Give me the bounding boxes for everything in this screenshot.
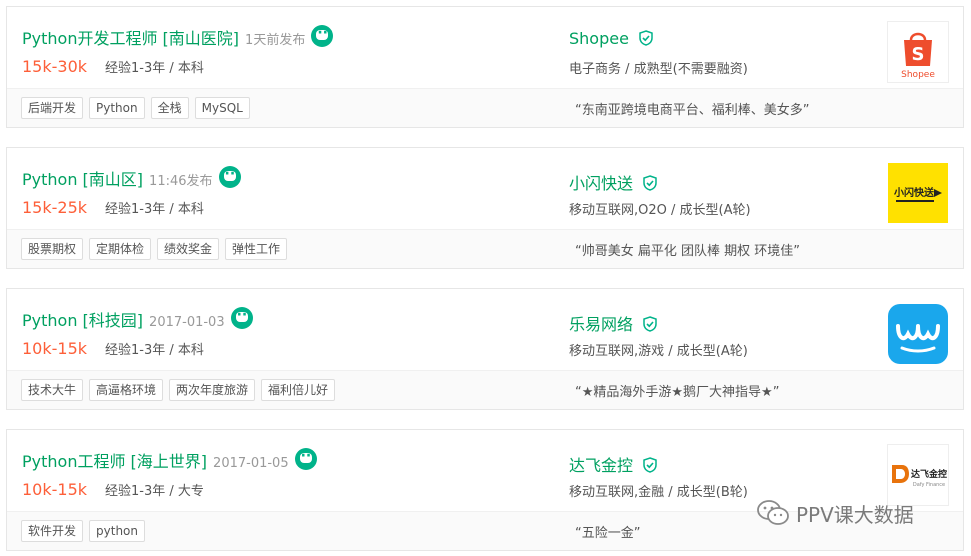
job-tag: 后端开发 [21, 97, 84, 119]
xiaoshan-logo-icon: 小闪快送 [888, 163, 948, 223]
salary: 10k-15k [22, 339, 88, 358]
job-card[interactable]: Python [南山区] 11:46发布 15k-25k 经验1-3年 / 本科 小… [6, 147, 964, 269]
job-card[interactable]: Python工程师 [海上世界] 2017-01-05 10k-15k 经验1-3年… [6, 429, 964, 551]
company-slogan: “★精品海外手游★鹅厂大神指导★” [575, 385, 780, 400]
company-industry: 移动互联网,金融 / 成长型(B轮) [569, 485, 748, 500]
job-tag: Python [89, 97, 145, 119]
job-tag: 股票期权 [21, 238, 84, 260]
watermark: PPV课大数据 [756, 498, 914, 528]
job-card[interactable]: Python开发工程师 [南山医院] 1天前发布 15k-30k 经验1-3年 / … [6, 6, 964, 128]
requirements: 经验1-3年 / 本科 [105, 343, 204, 358]
chat-icon[interactable] [311, 25, 334, 47]
company-logo[interactable] [887, 303, 949, 365]
requirements: 经验1-3年 / 大专 [105, 484, 204, 499]
verified-shield-icon [639, 30, 653, 46]
job-tag: MySQL [194, 97, 250, 119]
company-name-link[interactable]: 乐易网络 [569, 315, 633, 334]
watermark-text: PPV课大数据 [796, 502, 914, 527]
logo-subtext: Dafy Finance [913, 482, 945, 488]
company-slogan: “五险一金” [575, 526, 641, 541]
company-slogan: “帅哥美女 扁平化 团队棒 期权 环境佳” [575, 244, 800, 259]
salary: 15k-25k [22, 198, 88, 217]
wechat-icon [757, 500, 789, 525]
job-tag: 全栈 [150, 97, 189, 119]
chat-icon[interactable] [230, 307, 253, 329]
job-tag: 弹性工作 [225, 238, 288, 260]
chat-icon[interactable] [294, 448, 317, 470]
company-industry: 移动互联网,O2O / 成长型(A轮) [569, 203, 751, 218]
publish-time: 2017-01-03 [149, 315, 225, 330]
publish-time: 2017-01-05 [213, 456, 289, 471]
shopee-bag-icon: S Shopee [901, 32, 935, 80]
job-tag: 定期体检 [89, 238, 152, 260]
job-title-link[interactable]: Python开发工程师 [南山医院] [22, 29, 239, 48]
requirements: 经验1-3年 / 本科 [105, 61, 204, 76]
verified-shield-icon [643, 457, 657, 473]
job-tag: 绩效奖金 [157, 238, 220, 260]
job-tag: 两次年度旅游 [169, 379, 256, 401]
publish-time: 1天前发布 [245, 33, 306, 48]
chat-icon[interactable] [218, 166, 241, 188]
company-logo[interactable]: 达飞金控 Dafy Finance [887, 444, 949, 506]
job-title-link[interactable]: Python [科技园] [22, 311, 143, 330]
job-tag: 福利倍儿好 [261, 379, 336, 401]
company-slogan: “东南亚跨境电商平台、福利棒、美女多” [575, 103, 810, 118]
logo-text: Shopee [901, 70, 935, 80]
job-tag: 软件开发 [21, 520, 84, 542]
svg-text:S: S [912, 44, 925, 65]
job-tag: 技术大牛 [21, 379, 84, 401]
company-industry: 电子商务 / 成熟型(不需要融资) [569, 62, 748, 77]
job-title-link[interactable]: Python [南山区] [22, 170, 143, 189]
requirements: 经验1-3年 / 本科 [105, 202, 204, 217]
job-card[interactable]: Python [科技园] 2017-01-03 10k-15k 经验1-3年 / 本… [6, 288, 964, 410]
company-logo[interactable]: S Shopee [887, 21, 949, 83]
salary: 15k-30k [22, 57, 88, 76]
logo-text: 达飞金控 [911, 468, 947, 480]
verified-shield-icon [643, 175, 657, 191]
company-industry: 移动互联网,游戏 / 成长型(A轮) [569, 344, 748, 359]
job-tag: python [89, 520, 145, 542]
dafy-logo-icon: 达飞金控 Dafy Finance [892, 465, 947, 488]
company-logo[interactable]: 小闪快送 [887, 162, 949, 224]
company-name-link[interactable]: 达飞金控 [569, 456, 633, 475]
verified-shield-icon [643, 316, 657, 332]
job-tag: 高逼格环境 [89, 379, 164, 401]
publish-time: 11:46发布 [149, 174, 213, 189]
leyi-logo-icon [888, 304, 948, 364]
logo-text: 小闪快送 [893, 186, 935, 199]
job-title-link[interactable]: Python工程师 [海上世界] [22, 452, 207, 471]
company-name-link[interactable]: 小闪快送 [569, 174, 633, 193]
salary: 10k-15k [22, 480, 88, 499]
company-name-link[interactable]: Shopee [569, 29, 629, 48]
